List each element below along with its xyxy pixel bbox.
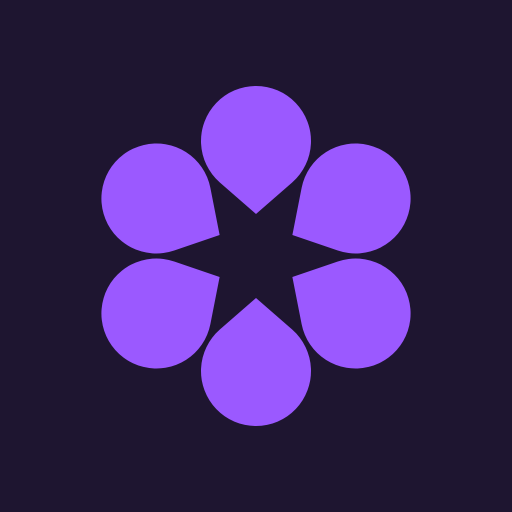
app-icon (0, 0, 512, 512)
icon-background (0, 0, 512, 512)
flower-logo-icon (0, 0, 512, 512)
